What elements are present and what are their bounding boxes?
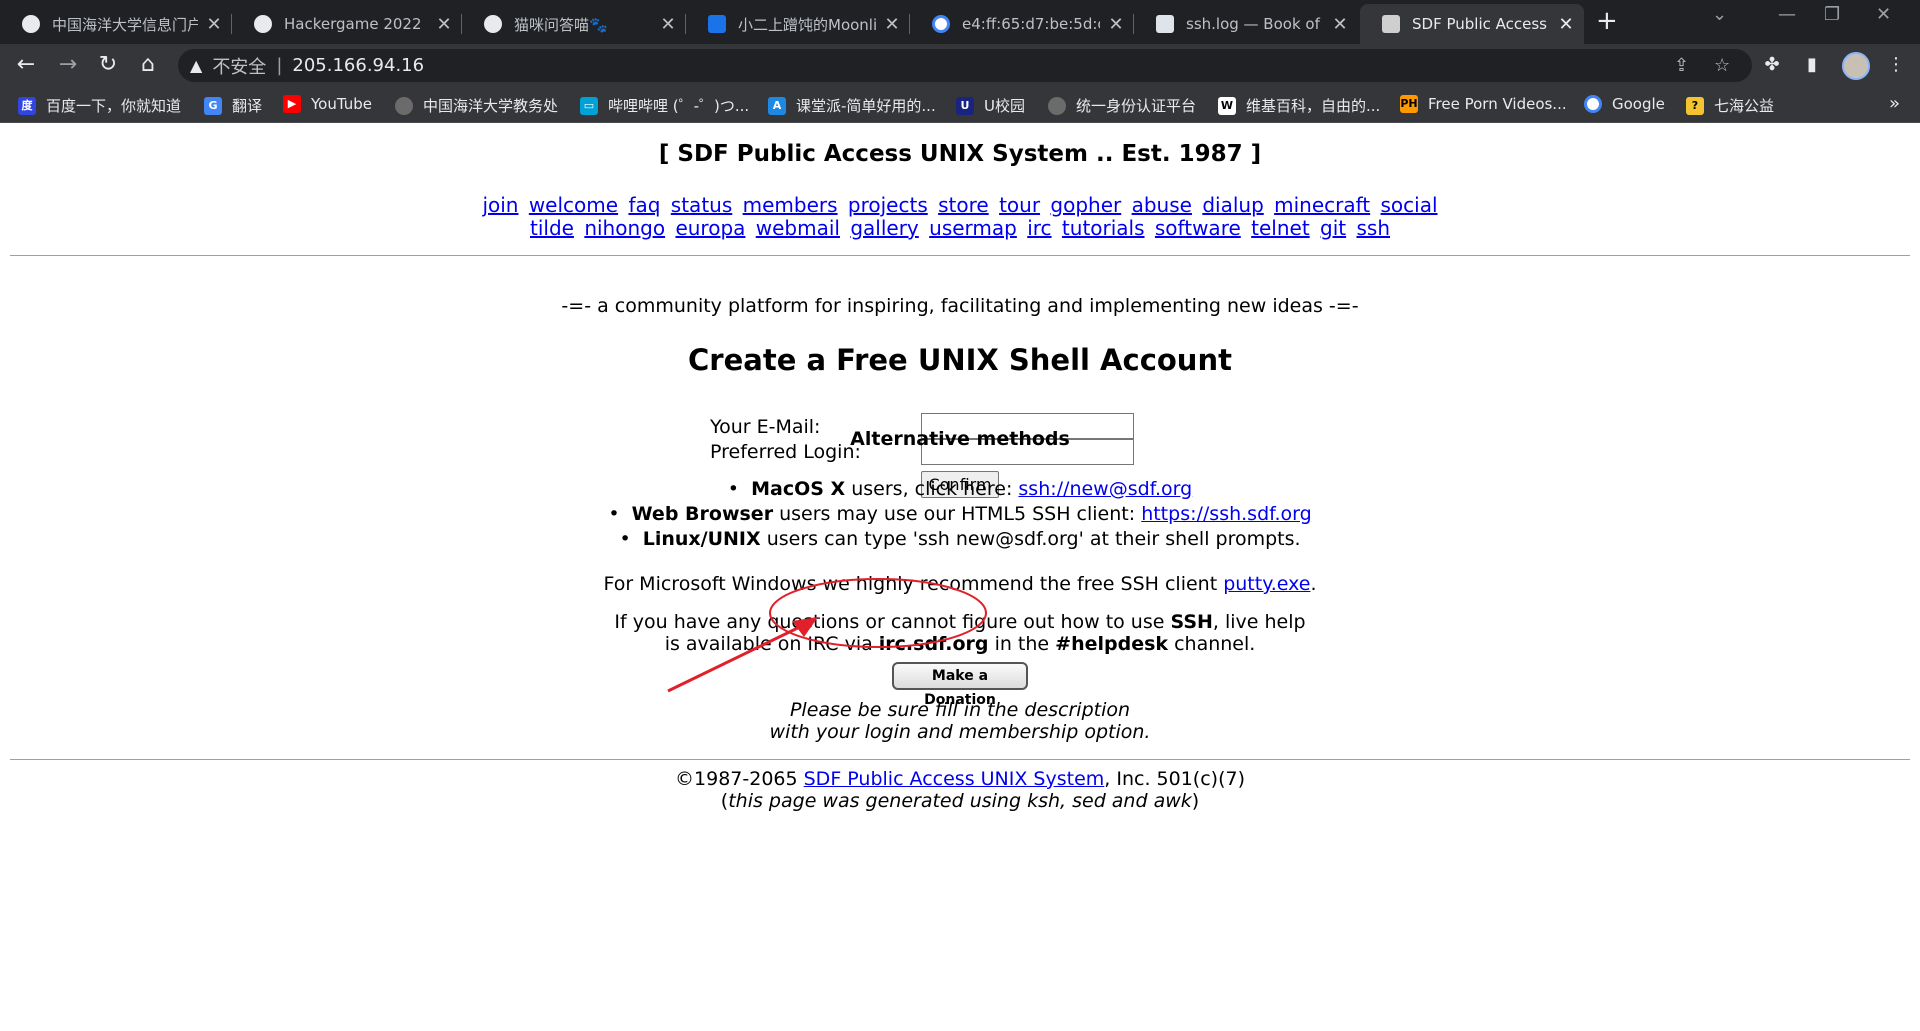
highlight-circle [769,578,987,648]
bookmark-label: U校园 [984,97,1025,115]
back-arrow-icon[interactable]: ← [12,51,40,79]
close-icon[interactable]: ✕ [1558,14,1574,35]
bookmark-item[interactable]: ▶ YouTube [283,95,372,113]
ph-icon: PH [1400,95,1418,113]
u-campus-icon: U [956,96,974,115]
tab-title: 小二上蹭饨的Moonlight [738,15,876,34]
close-window-button[interactable]: ✕ [1876,4,1891,25]
bookmark-label: Google [1612,95,1665,113]
close-icon[interactable]: ✕ [1332,14,1348,35]
home-icon[interactable]: ⌂ [134,51,162,79]
reload-icon[interactable]: ↻ [94,51,122,79]
warning-icon: ▲ [190,56,203,75]
divider: | [276,55,283,76]
globe-icon [395,96,413,115]
globe-icon [1048,96,1066,115]
tab-1[interactable]: Hackergame 2022 ✕ [232,4,462,44]
tab-search-icon[interactable]: ⌄ [1712,4,1727,25]
h-badge-icon [708,15,726,33]
arrow-head [792,617,818,637]
forward-arrow-icon[interactable]: → [54,51,82,79]
star-icon[interactable]: ☆ [1714,49,1730,82]
bookmark-item[interactable]: Google [1584,95,1665,113]
bookmark-label: 哔哩哔哩 (゜-゜)つ... [608,97,750,115]
bilibili-icon: ▭ [580,96,598,115]
close-icon[interactable]: ✕ [206,14,222,35]
bookmark-item[interactable]: 统一身份认证平台 [1048,95,1196,116]
wikipedia-icon: W [1218,96,1236,115]
bookmark-item[interactable]: U U校园 [956,95,1025,116]
tab-2[interactable]: 猫咪问答喵🐾 ✕ [462,4,686,44]
baidu-icon: 度 [18,96,36,115]
tab-title: 中国海洋大学信息门户 [52,15,198,34]
globe-icon [254,15,272,33]
annotation-overlay [667,578,987,693]
bookmark-label: 七海公益 [1714,97,1775,115]
globe-icon [484,15,502,33]
qihai-icon: ? [1686,96,1704,115]
bookmark-label: YouTube [311,95,372,113]
youtube-icon: ▶ [283,95,301,113]
minimize-button[interactable]: — [1778,4,1796,25]
bookmark-item[interactable]: A 课堂派-简单好用的... [768,95,936,116]
sdf-icon [1382,15,1400,33]
arrow-shaft [667,621,809,693]
more-bookmarks-icon[interactable]: » [1889,93,1900,114]
close-icon[interactable]: ✕ [884,14,900,35]
share-icon[interactable]: ⇪ [1674,49,1689,82]
bookmark-label: 统一身份认证平台 [1076,97,1197,115]
close-icon[interactable]: ✕ [1108,14,1124,35]
tab-title: Hackergame 2022 [284,15,422,33]
bookmark-item[interactable]: ? 七海公益 [1686,95,1774,116]
url-text[interactable]: 205.166.94.16 [292,55,424,76]
bookmarks-bar: 度 百度一下，你就知道 G 翻译 ▶ YouTube 中国海洋大学教务处 ▭ 哔… [0,87,1920,123]
new-tab-button[interactable]: + [1596,6,1618,36]
bookmark-item[interactable]: G 翻译 [204,95,262,116]
bookmark-label: 翻译 [232,97,263,115]
close-icon[interactable]: ✕ [436,14,452,35]
web-page: [ SDF Public Access UNIX System .. Est. … [0,123,1920,1031]
bookmark-label: 中国海洋大学教务处 [423,97,559,115]
log-icon [1156,15,1174,33]
side-panel-icon[interactable]: ▮ [1800,53,1824,77]
bookmark-label: Free Porn Videos... [1428,95,1567,113]
bookmark-item[interactable]: ▭ 哔哩哔哩 (゜-゜)つ... [580,95,749,116]
tab-title: ssh.log — Book of Z [1186,15,1324,33]
translate-icon: G [204,96,222,115]
google-icon [932,15,950,33]
tab-strip: 中国海洋大学信息门户 ✕ Hackergame 2022 ✕ 猫咪问答喵🐾 ✕ … [0,0,1920,44]
globe-icon [22,15,40,33]
address-bar[interactable]: ▲ 不安全 | 205.166.94.16 ⇪ ☆ [178,49,1752,82]
tab-title: SDF Public Access U [1412,15,1550,33]
bookmark-label: 课堂派-简单好用的... [796,97,936,115]
tab-6-active[interactable]: SDF Public Access U ✕ [1360,4,1584,44]
close-icon[interactable]: ✕ [660,14,676,35]
google-icon [1584,95,1602,113]
bookmark-item[interactable]: PH Free Porn Videos... [1400,95,1567,113]
menu-kebab-icon[interactable]: ⋮ [1884,53,1908,77]
tab-3[interactable]: 小二上蹭饨的Moonlight ✕ [686,4,910,44]
bookmark-item[interactable]: 中国海洋大学教务处 [395,95,558,116]
insecure-label: 不安全 [212,56,267,78]
ketangpai-icon: A [768,96,786,115]
tab-title: e4:ff:65:d7:be:5d:c8 [962,15,1100,33]
bookmark-item[interactable]: 度 百度一下，你就知道 [18,95,181,116]
restore-button[interactable]: ❐ [1824,4,1840,25]
tab-0[interactable]: 中国海洋大学信息门户 ✕ [0,4,232,44]
bookmark-label: 百度一下，你就知道 [46,97,182,115]
bookmark-label: 维基百科，自由的... [1246,97,1381,115]
tab-title: 猫咪问答喵🐾 [514,15,608,34]
tab-5[interactable]: ssh.log — Book of Z ✕ [1134,4,1358,44]
extensions-icon[interactable]: ✤ [1760,53,1784,77]
tab-4[interactable]: e4:ff:65:d7:be:5d:c8 ✕ [910,4,1134,44]
toolbar: ← → ↻ ⌂ ▲ 不安全 | 205.166.94.16 ⇪ ☆ ✤ ▮ ⋮ [0,44,1920,87]
bookmark-item[interactable]: W 维基百科，自由的... [1218,95,1380,116]
avatar[interactable] [1842,52,1870,80]
